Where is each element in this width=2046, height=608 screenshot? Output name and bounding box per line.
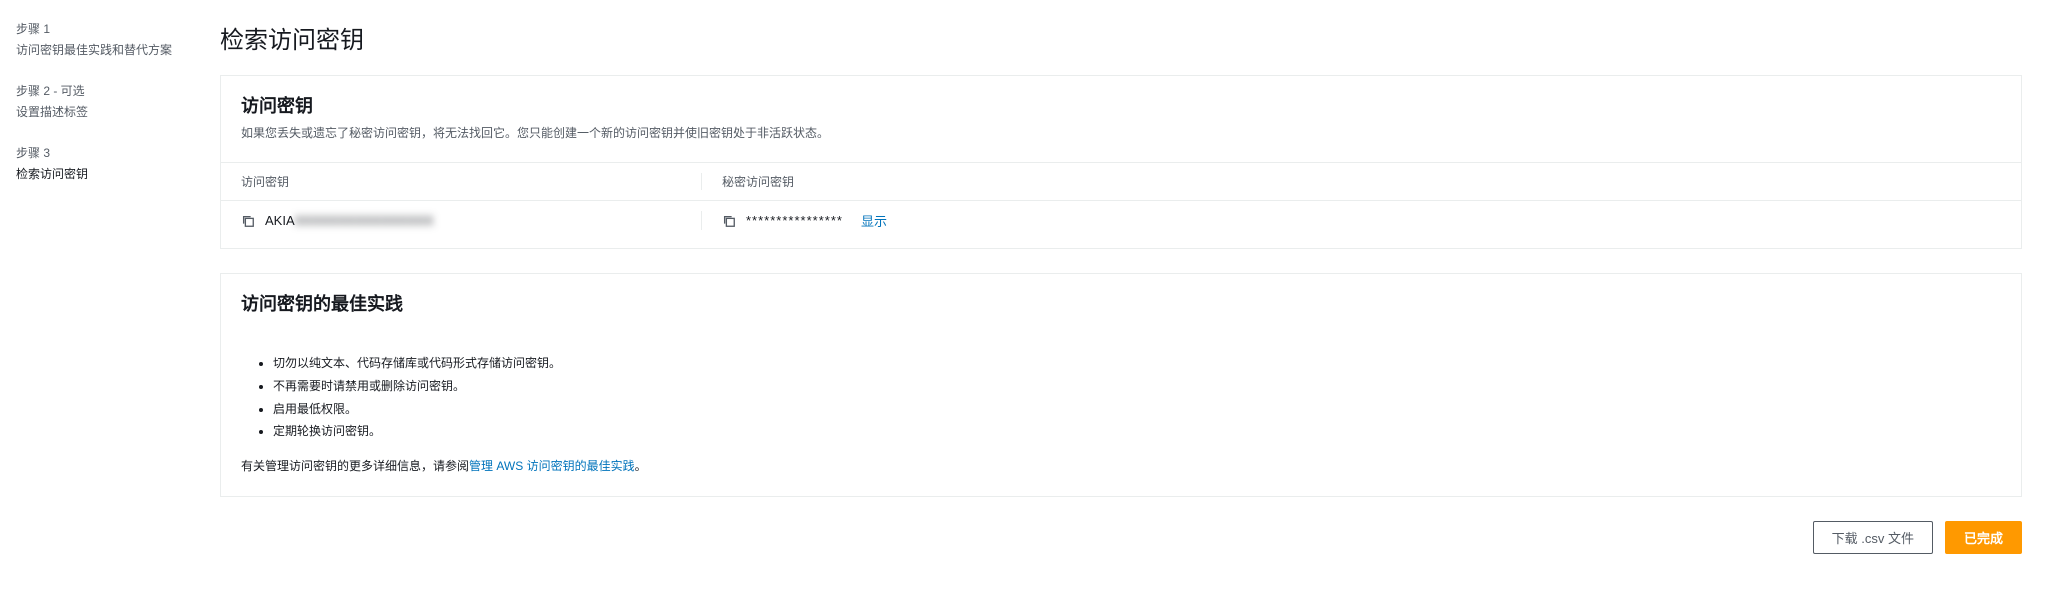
access-key-table: 访问密钥 秘密访问密钥 AKIAXXXXXXXXXXXXXXXX [221,162,2021,248]
wizard-step-1[interactable]: 步骤 1 访问密钥最佳实践和替代方案 [16,20,194,58]
column-header-secret-key: 秘密访问密钥 [701,173,2001,190]
access-key-prefix: AKIA [265,213,295,228]
best-practices-body: 切勿以纯文本、代码存储库或代码形式存储访问密钥。 不再需要时请禁用或删除访问密钥… [221,330,2021,496]
copy-icon[interactable] [241,214,255,228]
best-practices-link[interactable]: 管理 AWS 访问密钥的最佳实践 [469,459,635,473]
access-key-value: AKIAXXXXXXXXXXXXXXXX [265,213,433,228]
download-csv-button[interactable]: 下载 .csv 文件 [1813,521,1933,554]
step-title: 设置描述标签 [16,103,194,120]
step-title: 访问密钥最佳实践和替代方案 [16,41,194,58]
panel-header: 访问密钥 如果您丢失或遗忘了秘密访问密钥，将无法找回它。您只能创建一个新的访问密… [221,76,2021,150]
step-title: 检索访问密钥 [16,165,194,182]
best-practices-list: 切勿以纯文本、代码存储库或代码形式存储访问密钥。 不再需要时请禁用或删除访问密钥… [241,352,2001,443]
action-bar: 下载 .csv 文件 已完成 [220,521,2022,554]
step-label: 步骤 1 [16,20,194,37]
list-item: 切勿以纯文本、代码存储库或代码形式存储访问密钥。 [273,352,2001,375]
access-key-panel: 访问密钥 如果您丢失或遗忘了秘密访问密钥，将无法找回它。您只能创建一个新的访问密… [220,75,2022,249]
column-header-access-key: 访问密钥 [241,173,701,190]
access-key-redacted: XXXXXXXXXXXXXXXX [295,213,434,228]
main-content: 检索访问密钥 访问密钥 如果您丢失或遗忘了秘密访问密钥，将无法找回它。您只能创建… [210,0,2046,608]
wizard-sidebar: 步骤 1 访问密钥最佳实践和替代方案 步骤 2 - 可选 设置描述标签 步骤 3… [0,0,210,608]
list-item: 不再需要时请禁用或删除访问密钥。 [273,375,2001,398]
wizard-step-2[interactable]: 步骤 2 - 可选 设置描述标签 [16,82,194,120]
step-label: 步骤 3 [16,144,194,161]
secret-key-cell: **************** 显示 [701,211,2001,230]
list-item: 定期轮换访问密钥。 [273,420,2001,443]
page-title: 检索访问密钥 [220,20,2022,55]
secret-key-masked: **************** [746,213,843,228]
show-secret-link[interactable]: 显示 [861,211,887,230]
copy-icon[interactable] [722,214,736,228]
list-item: 启用最低权限。 [273,398,2001,421]
panel-description: 如果您丢失或遗忘了秘密访问密钥，将无法找回它。您只能创建一个新的访问密钥并使旧密… [241,124,2001,142]
best-practices-footer: 有关管理访问密钥的更多详细信息，请参阅管理 AWS 访问密钥的最佳实践。 [241,457,2001,474]
table-row: AKIAXXXXXXXXXXXXXXXX **************** 显示 [221,200,2021,248]
footer-suffix: 。 [635,459,647,473]
panel-title: 访问密钥 [241,92,2001,118]
wizard-step-3[interactable]: 步骤 3 检索访问密钥 [16,144,194,182]
panel-header: 访问密钥的最佳实践 [221,274,2021,330]
done-button[interactable]: 已完成 [1945,521,2022,554]
best-practices-panel: 访问密钥的最佳实践 切勿以纯文本、代码存储库或代码形式存储访问密钥。 不再需要时… [220,273,2022,497]
footer-prefix: 有关管理访问密钥的更多详细信息，请参阅 [241,459,469,473]
panel-title: 访问密钥的最佳实践 [241,290,2001,316]
table-header-row: 访问密钥 秘密访问密钥 [221,162,2021,200]
access-key-cell: AKIAXXXXXXXXXXXXXXXX [241,213,701,228]
step-label: 步骤 2 - 可选 [16,82,194,99]
